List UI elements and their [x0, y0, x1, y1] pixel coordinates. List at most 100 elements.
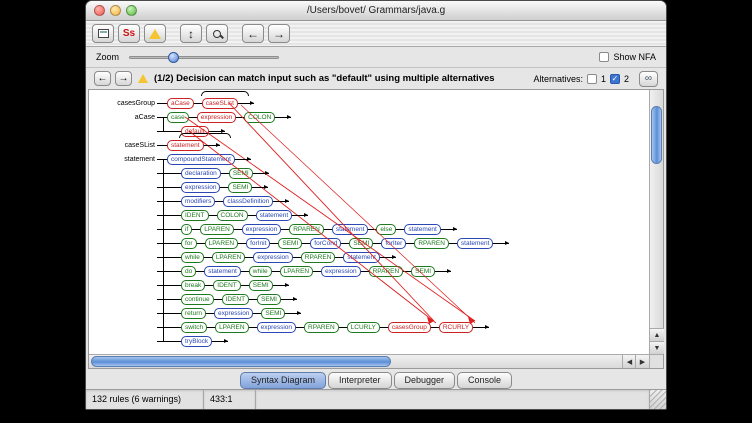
diagram-node-expression[interactable]: expression [257, 322, 296, 333]
rule-label-casesGroup[interactable]: casesGroup [89, 100, 157, 107]
maximize-button[interactable] [126, 5, 137, 16]
diagram-node-statement[interactable]: statement [343, 252, 380, 263]
diagram-node-classDefinition[interactable]: classDefinition [223, 196, 273, 207]
diagram-node-SEMI[interactable]: SEMI [349, 238, 373, 249]
minimize-button[interactable] [110, 5, 121, 16]
find-button[interactable] [206, 24, 228, 43]
diagram-node-RPAREN[interactable]: RPAREN [301, 252, 336, 263]
close-button[interactable] [94, 5, 105, 16]
diagram-node-statement[interactable]: statement [204, 266, 241, 277]
next-warning-button[interactable]: → [115, 71, 132, 86]
connector-arrow [238, 103, 254, 104]
diagram-node-SEMI[interactable]: SEMI [411, 266, 435, 277]
zoom-slider[interactable] [129, 51, 279, 63]
horizontal-scrollbar-thumb[interactable] [91, 356, 391, 367]
alternative-1-checkbox[interactable] [587, 74, 597, 84]
diagram-node-forCond[interactable]: forCond [310, 238, 341, 249]
zoom-slider-knob[interactable] [168, 52, 179, 63]
diagram-node-SEMI[interactable]: SEMI [278, 238, 302, 249]
zoom-slider-track[interactable] [129, 56, 279, 59]
diagram-node-RPAREN[interactable]: RPAREN [289, 224, 324, 235]
syntax-coloring-button[interactable]: Ss [118, 24, 140, 43]
diagram-node-return[interactable]: return [181, 308, 206, 319]
diagram-node-statement[interactable]: statement [404, 224, 441, 235]
diagram-node-SEMI[interactable]: SEMI [228, 182, 252, 193]
diagram-node-statement[interactable]: statement [167, 140, 204, 151]
forward-button[interactable]: → [268, 24, 290, 43]
diagram-node-for[interactable]: for [181, 238, 197, 249]
diagram-node-LPAREN[interactable]: LPAREN [280, 266, 314, 277]
diagram-node-aCase[interactable]: aCase [167, 98, 194, 109]
diagram-node-tryBlock[interactable]: tryBlock [181, 336, 212, 347]
diagram-node-compoundStatement[interactable]: compoundStatement [167, 154, 235, 165]
show-nfa-checkbox[interactable] [599, 52, 609, 62]
vertical-scrollbar[interactable]: ▲ ▼ [649, 90, 663, 354]
diagram-node-switch[interactable]: switch [181, 322, 207, 333]
diagram-node-IDENT[interactable]: IDENT [181, 210, 209, 221]
diagram-node-expression[interactable]: expression [197, 112, 236, 123]
diagram-node-modifiers[interactable]: modifiers [181, 196, 215, 207]
diagram-node-RPAREN[interactable]: RPAREN [304, 322, 339, 333]
vertical-scrollbar-thumb[interactable] [651, 106, 662, 164]
diagram-node-IDENT[interactable]: IDENT [213, 280, 241, 291]
diagram-node-statement[interactable]: statement [457, 238, 494, 249]
diagram-node-expression[interactable]: expression [321, 266, 360, 277]
tab-syntax-diagram[interactable]: Syntax Diagram [240, 372, 326, 389]
diagram-node-COLON[interactable]: COLON [244, 112, 275, 123]
diagram-node-RPAREN[interactable]: RPAREN [369, 266, 404, 277]
horizontal-scrollbar[interactable]: ◀ ▶ [89, 354, 649, 368]
scroll-right-button[interactable]: ▶ [635, 355, 649, 368]
diagram-node-LCURLY[interactable]: LCURLY [347, 322, 380, 333]
diagram-node-while[interactable]: while [249, 266, 272, 277]
diagram-node-expression[interactable]: expression [253, 252, 292, 263]
link-alternatives-button[interactable]: ∞ [639, 71, 658, 87]
back-button[interactable]: ← [242, 24, 264, 43]
diagram-node-SEMI[interactable]: SEMI [257, 294, 281, 305]
diagram-node-LPAREN[interactable]: LPAREN [215, 322, 249, 333]
diagram-node-statement[interactable]: statement [256, 210, 293, 221]
diagram-node-IDENT[interactable]: IDENT [222, 294, 250, 305]
prev-warning-button[interactable]: ← [94, 71, 111, 86]
diagram-node-while[interactable]: while [181, 252, 204, 263]
diagram-node-caseSList[interactable]: caseSList [202, 98, 238, 109]
rule-label-aCase[interactable]: aCase [89, 114, 157, 121]
scroll-up-button[interactable]: ▲ [650, 328, 664, 341]
diagram-node-SEMI[interactable]: SEMI [249, 280, 273, 291]
syntax-diagram-canvas[interactable]: casesGroup aCase caseSList aCase case express… [88, 89, 664, 369]
sort-button[interactable]: ↕ [180, 24, 202, 43]
diagram-node-casesGroup[interactable]: casesGroup [388, 322, 431, 333]
diagram-node-expression[interactable]: expression [242, 224, 281, 235]
diagram-node-break[interactable]: break [181, 280, 205, 291]
scroll-down-button[interactable]: ▼ [650, 341, 664, 354]
tab-console[interactable]: Console [457, 372, 512, 389]
diagram-node-forInit[interactable]: forInit [246, 238, 270, 249]
diagram-node-expression[interactable]: expression [214, 308, 253, 319]
diagram-node-case[interactable]: case [167, 112, 189, 123]
diagram-node-COLON[interactable]: COLON [217, 210, 248, 221]
document-button[interactable] [92, 24, 114, 43]
warnings-button[interactable] [144, 24, 166, 43]
diagram-node-RPAREN[interactable]: RPAREN [414, 238, 449, 249]
tab-interpreter[interactable]: Interpreter [328, 372, 392, 389]
diagram-node-statement[interactable]: statement [332, 224, 369, 235]
diagram-node-expression[interactable]: expression [181, 182, 220, 193]
title-bar[interactable]: /Users/bovet/ Grammars/java.g [86, 1, 666, 21]
diagram-node-declaration[interactable]: declaration [181, 168, 221, 179]
diagram-node-LPAREN[interactable]: LPAREN [212, 252, 246, 263]
rule-label-caseSList[interactable]: caseSList [89, 142, 157, 149]
diagram-node-LPAREN[interactable]: LPAREN [205, 238, 239, 249]
diagram-node-if[interactable]: if [181, 224, 192, 235]
diagram-node-RCURLY[interactable]: RCURLY [439, 322, 473, 333]
diagram-node-SEMI[interactable]: SEMI [261, 308, 285, 319]
diagram-node-forIter[interactable]: forIter [381, 238, 406, 249]
diagram-node-continue[interactable]: continue [181, 294, 214, 305]
diagram-node-SEMI[interactable]: SEMI [229, 168, 253, 179]
scroll-left-button[interactable]: ◀ [622, 355, 636, 368]
diagram-node-LPAREN[interactable]: LPAREN [200, 224, 234, 235]
diagram-node-else[interactable]: else [376, 224, 396, 235]
resize-grip[interactable] [650, 390, 666, 409]
alternative-2-checkbox[interactable]: ✓ [610, 74, 620, 84]
diagram-node-do[interactable]: do [181, 266, 196, 277]
rule-label-statement[interactable]: statement [89, 156, 157, 163]
tab-debugger[interactable]: Debugger [394, 372, 456, 389]
